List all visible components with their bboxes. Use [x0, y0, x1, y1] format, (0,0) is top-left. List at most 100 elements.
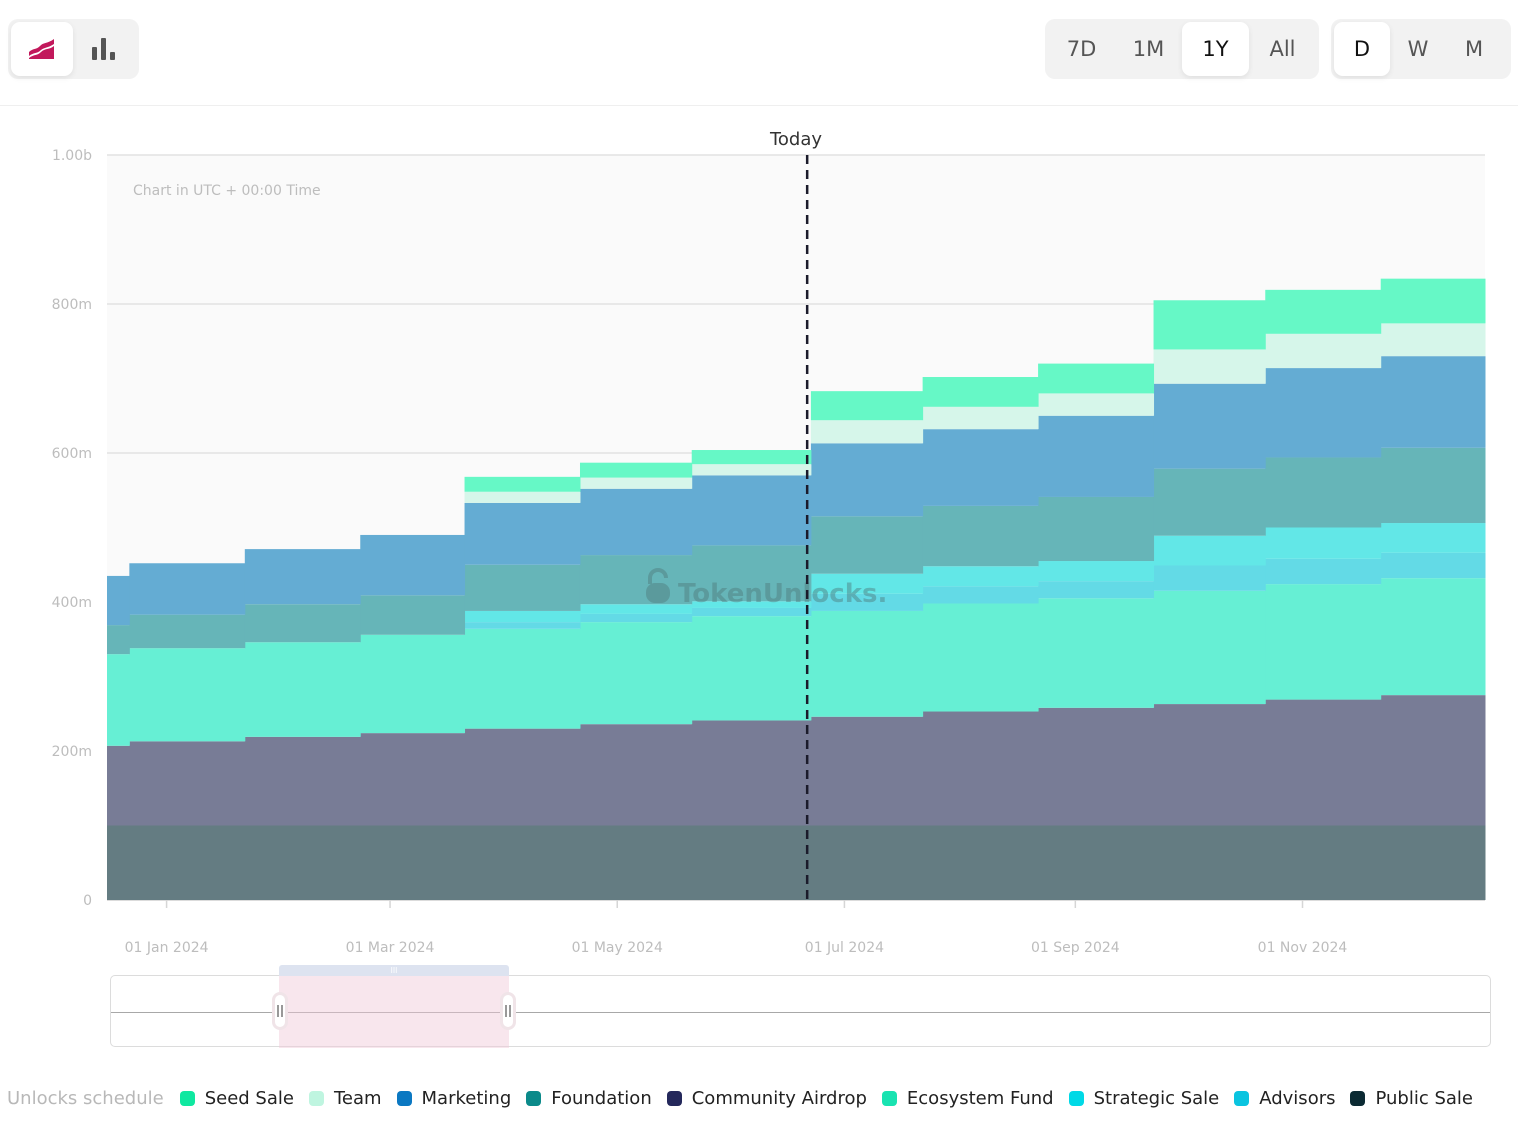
area-step: [129, 825, 246, 900]
area-step: [1380, 278, 1486, 324]
navigator-selected-window[interactable]: [279, 975, 509, 1048]
range-1m-button[interactable]: 1M: [1115, 22, 1182, 76]
legend-item-ecosystem-fund[interactable]: Ecosystem Fund: [881, 1088, 1054, 1109]
area-step: [1265, 558, 1382, 585]
area-step: [1153, 590, 1266, 705]
interval-switch: D W M: [1331, 19, 1511, 79]
area-step: [1265, 289, 1382, 334]
area-step: [1380, 695, 1486, 826]
area-step: [1153, 535, 1266, 566]
area-chart-button[interactable]: [11, 22, 73, 76]
area-step: [129, 614, 246, 649]
legend-label: Advisors: [1259, 1087, 1336, 1109]
area-step: [107, 625, 130, 655]
area-step: [579, 825, 693, 900]
area-step: [1038, 561, 1155, 582]
legend-item-strategic-sale[interactable]: Strategic Sale: [1068, 1087, 1220, 1109]
y-tick-label: 600m: [52, 446, 92, 462]
area-step: [1038, 825, 1155, 900]
area-step: [1153, 565, 1266, 591]
area-step: [464, 502, 581, 565]
area-step: [1153, 383, 1266, 469]
area-step: [922, 711, 1039, 826]
area-step: [1265, 333, 1382, 369]
area-step: [464, 476, 581, 492]
range-7d-button[interactable]: 7D: [1048, 22, 1115, 76]
area-step: [1380, 323, 1486, 357]
chart-type-switch: [8, 19, 139, 79]
area-step: [691, 607, 812, 617]
area-step: [1038, 496, 1155, 562]
legend-label: Foundation: [551, 1087, 652, 1109]
area-step: [579, 462, 693, 478]
area-step: [464, 628, 581, 729]
navigator-scrollbar-thumb[interactable]: III: [279, 965, 509, 976]
area-step: [244, 549, 361, 605]
area-step: [1153, 704, 1266, 826]
area-step: [579, 477, 693, 489]
grip-icon: [505, 1005, 511, 1017]
legend-item-seed-sale[interactable]: Seed Sale: [179, 1088, 294, 1109]
legend-item-advisors[interactable]: Advisors: [1234, 1088, 1335, 1109]
area-step: [1265, 699, 1382, 826]
y-tick-label: 400m: [52, 595, 92, 611]
legend-item-team[interactable]: Team: [308, 1087, 382, 1109]
grip-icon: [277, 1005, 283, 1017]
area-step: [1380, 447, 1486, 524]
navigator-left-handle[interactable]: [272, 992, 288, 1030]
area-step: [1265, 825, 1382, 900]
area-step: [579, 622, 693, 725]
toolbar: 7D 1M 1Y All D W M: [0, 0, 1518, 106]
interval-month-button[interactable]: M: [1446, 22, 1502, 76]
area-step: [1265, 584, 1382, 700]
area-step: [1265, 368, 1382, 458]
y-axis: 0 200m 400m 600m 800m 1.00b: [52, 148, 92, 909]
x-axis: 01 Jan 2024 01 Mar 2024 01 May 2024 01 Jul …: [125, 900, 1347, 956]
legend-item-marketing[interactable]: Marketing: [396, 1088, 511, 1109]
range-all-button[interactable]: All: [1249, 22, 1316, 76]
legend-label: Strategic Sale: [1093, 1087, 1220, 1109]
area-step: [1038, 393, 1155, 416]
navigator-right-handle[interactable]: [500, 992, 516, 1030]
area-step: [107, 575, 130, 626]
area-step: [691, 616, 812, 721]
area-step: [244, 642, 361, 737]
legend-swatch: [666, 1090, 682, 1106]
today-label: Today: [769, 129, 822, 150]
area-chart-icon: [29, 39, 54, 59]
area-step: [464, 622, 581, 629]
area-step: [360, 733, 466, 826]
time-range-switch: 7D 1M 1Y All: [1045, 19, 1319, 79]
area-step: [691, 475, 812, 546]
legend-label: Team: [333, 1087, 382, 1109]
interval-week-button[interactable]: W: [1390, 22, 1446, 76]
area-step: [464, 491, 581, 503]
bar-chart-button[interactable]: [73, 22, 135, 76]
area-step: [1380, 356, 1486, 448]
area-step: [1038, 415, 1155, 497]
area-step: [360, 634, 466, 734]
legend-swatch: [1350, 1090, 1366, 1106]
area-step: [1038, 598, 1155, 708]
area-step: [1038, 363, 1155, 394]
area-step: [244, 736, 361, 826]
legend-item-foundation[interactable]: Foundation: [526, 1087, 652, 1109]
area-step: [1153, 468, 1266, 536]
legend-swatch: [308, 1090, 324, 1106]
area-step: [360, 825, 466, 900]
area-step: [810, 420, 924, 444]
legend: Unlocks schedule Seed Sale Team Marketing F…: [7, 1084, 1488, 1112]
range-1y-button[interactable]: 1Y: [1182, 22, 1249, 76]
interval-day-button[interactable]: D: [1334, 22, 1390, 76]
area-step: [360, 534, 466, 596]
area-step: [107, 745, 130, 826]
legend-item-community-airdrop[interactable]: Community Airdrop: [666, 1088, 867, 1109]
area-step: [810, 825, 924, 900]
area-step: [691, 464, 812, 476]
legend-item-public-sale[interactable]: Public Sale: [1350, 1088, 1473, 1109]
area-step: [129, 648, 246, 742]
area-step: [1153, 349, 1266, 384]
area-step: [1153, 825, 1266, 900]
area-step: [464, 564, 581, 611]
area-step: [579, 555, 693, 605]
